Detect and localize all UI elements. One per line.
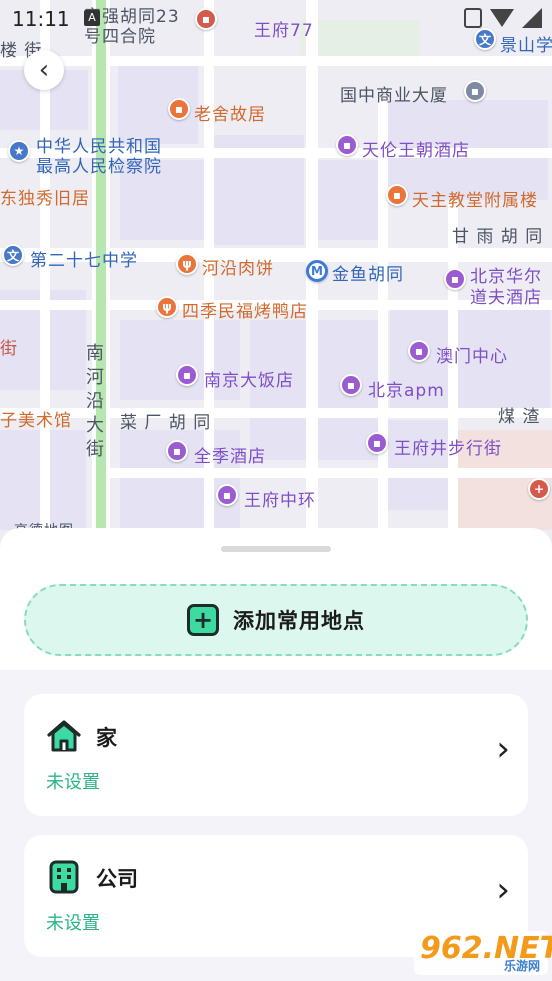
- map-label: 东独秀旧居: [0, 189, 90, 209]
- government-pin-icon[interactable]: ★: [8, 140, 30, 162]
- map-label: 煤 渣: [498, 407, 541, 427]
- map-road: [110, 468, 552, 478]
- add-favorite-place-label: 添加常用地点: [233, 609, 365, 633]
- museum-pin-icon[interactable]: ▪: [386, 184, 408, 206]
- work-title: 公司: [96, 867, 138, 891]
- map-label: 天主教堂附属楼: [412, 191, 538, 211]
- map-label: 金鱼胡同: [332, 265, 404, 285]
- map-label: 菜 厂 胡 同: [120, 413, 212, 433]
- watermark-site-name: 乐游网: [503, 959, 540, 973]
- add-favorite-place-button[interactable]: + 添加常用地点: [24, 584, 528, 656]
- building-icon: [49, 860, 79, 894]
- map-label: 甘 雨 胡 同: [452, 227, 544, 247]
- drag-handle[interactable]: [221, 546, 331, 552]
- school-pin-icon[interactable]: 文: [2, 244, 24, 266]
- map-label: 最高人民检察院: [36, 157, 162, 177]
- map-label: 澳门中心: [436, 347, 508, 367]
- map-label: 全季酒店: [194, 447, 266, 467]
- building-pin-icon[interactable]: ▪: [464, 80, 486, 102]
- map-road: [448, 200, 458, 560]
- restaurant-pin-icon[interactable]: ψ: [176, 253, 198, 275]
- wifi-icon: [490, 9, 514, 27]
- museum-pin-icon[interactable]: ▪: [168, 98, 190, 120]
- map-road: [378, 100, 388, 560]
- map-street-label: 南河沿大街: [86, 343, 105, 460]
- home-status: 未设置: [46, 772, 100, 793]
- hospital-pin-icon[interactable]: +: [528, 478, 550, 500]
- map-label: 老舍故居: [194, 105, 266, 125]
- map-label: 街: [0, 339, 18, 359]
- status-icons: [464, 8, 542, 28]
- map-label: 王府中环: [244, 491, 316, 511]
- map-label: 国中商业大厦: [340, 86, 448, 106]
- shop-pin-icon[interactable]: ▪: [216, 484, 238, 506]
- home-place-card[interactable]: 家 未设置 ›: [24, 694, 528, 816]
- signal-icon: [522, 8, 542, 28]
- shop-pin-icon[interactable]: ▪: [340, 374, 362, 396]
- map-road: [204, 0, 214, 560]
- restaurant-pin-icon[interactable]: ψ: [156, 296, 178, 318]
- home-icon: [47, 720, 81, 752]
- hotel-pin-icon[interactable]: ▪: [444, 268, 466, 290]
- map-label: 子美术馆: [0, 411, 72, 431]
- home-title: 家: [96, 726, 117, 750]
- chevron-right-icon: ›: [496, 729, 510, 769]
- status-time: 11:11: [12, 7, 70, 31]
- sheet-header: + 添加常用地点: [0, 528, 552, 670]
- work-status: 未设置: [46, 913, 100, 934]
- map-label: 天伦王朝酒店: [362, 141, 470, 161]
- map-label: 四季民福烤鸭店: [182, 302, 308, 322]
- site-watermark: 962.NET 乐游网: [414, 931, 552, 975]
- hotel-pin-icon[interactable]: ▪: [336, 134, 358, 156]
- map-label: 北京apm: [368, 381, 445, 401]
- hotel-pin-icon[interactable]: ▪: [166, 440, 188, 462]
- chevron-right-icon: ›: [496, 870, 510, 910]
- shop-pin-icon[interactable]: ▪: [366, 432, 388, 454]
- map-label: 王府井步行街: [394, 439, 502, 459]
- back-button[interactable]: ‹: [24, 50, 64, 90]
- chevron-left-icon: ‹: [38, 55, 50, 85]
- map-label: 河沿肉饼: [202, 259, 274, 279]
- map-green-road: [92, 0, 110, 560]
- map-block: [318, 160, 378, 240]
- notification-icon: A: [84, 10, 100, 26]
- status-bar: 11:11 A: [0, 0, 552, 38]
- shop-pin-icon[interactable]: ▪: [408, 340, 430, 362]
- vibrate-icon: [464, 8, 482, 28]
- map-label: 道夫酒店: [470, 288, 542, 308]
- map-view[interactable]: ▪ 文 ▪ ▪ ★ ▪ ▪ 文 ψ M ▪ ψ ▪ ▪ ▪ ▪ ▪ ▪ + 富强…: [0, 0, 552, 560]
- map-road: [0, 408, 552, 418]
- plus-square-icon: +: [187, 604, 219, 636]
- map-label: 南京大饭店: [204, 371, 294, 391]
- map-road: [0, 56, 552, 66]
- bottom-sheet: + 添加常用地点 家 未设置 › 公司 未设置 ›: [0, 528, 552, 981]
- hotel-pin-icon[interactable]: ▪: [176, 364, 198, 386]
- metro-station-icon[interactable]: M: [306, 260, 328, 282]
- map-label: 第二十七中学: [30, 251, 138, 271]
